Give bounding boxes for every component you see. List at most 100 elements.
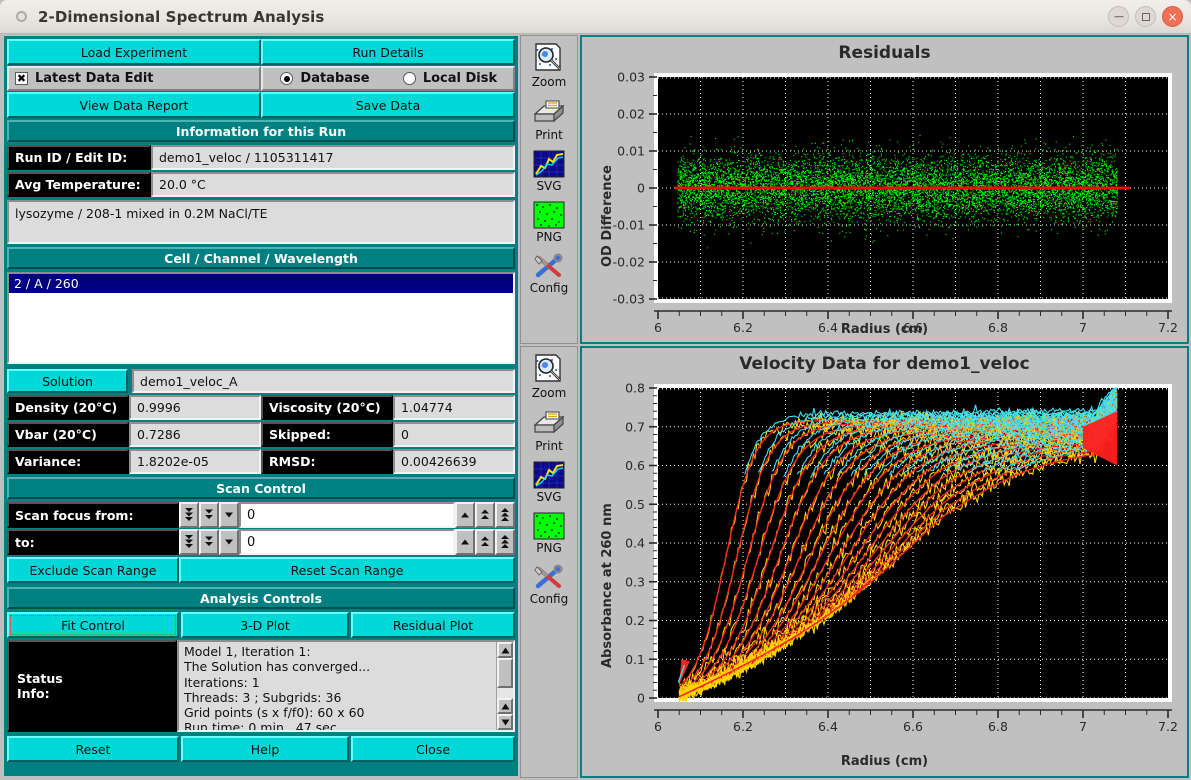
- toolbar-item-zoom[interactable]: Zoom: [522, 42, 576, 89]
- single-down-icon[interactable]: [219, 502, 239, 528]
- three-d-plot-button[interactable]: 3-D Plot: [181, 612, 349, 638]
- status-info-text: Model 1, Iteration 1: The Solution has c…: [179, 642, 496, 730]
- triple-down-icon[interactable]: [179, 529, 199, 555]
- save-data-button[interactable]: Save Data: [261, 92, 515, 118]
- toolbar-label-config: Config: [529, 281, 569, 295]
- density-value[interactable]: 0.9996: [129, 395, 261, 420]
- y-tick-label: 0.6: [625, 458, 645, 473]
- velocity-panel: Velocity Data for demo1_veloc Absorbance…: [580, 346, 1189, 778]
- single-up-icon[interactable]: [455, 502, 475, 528]
- y-tick-label: 0.2: [625, 613, 645, 628]
- toolbar-item-print[interactable]: Print: [522, 408, 576, 453]
- window-menu-icon[interactable]: [16, 11, 27, 22]
- experiment-description[interactable]: lysozyme / 208-1 mixed in 0.2M NaCl/TE: [7, 200, 515, 244]
- x-tick-label: 6.8: [988, 719, 1008, 734]
- window-title: 2-Dimensional Spectrum Analysis: [38, 8, 325, 26]
- help-button[interactable]: Help: [181, 736, 349, 762]
- scan-focus-to-input[interactable]: 0: [239, 529, 455, 555]
- scan-focus-from-stepper[interactable]: 0: [179, 502, 515, 528]
- triple-down-icon[interactable]: [179, 502, 199, 528]
- scan-focus-from-input[interactable]: 0: [239, 502, 455, 528]
- toolbar-item-zoom[interactable]: Zoom: [522, 353, 576, 400]
- reset-scan-range-button[interactable]: Reset Scan Range: [179, 557, 515, 583]
- window-body: Load Experiment Run Details ✖ Latest Dat…: [0, 34, 1191, 780]
- latest-data-edit-checkbox[interactable]: ✖ Latest Data Edit: [7, 66, 261, 91]
- run-details-button[interactable]: Run Details: [261, 39, 515, 65]
- triple-up-icon[interactable]: [495, 529, 515, 555]
- single-up-icon[interactable]: [455, 529, 475, 555]
- toolbar-item-print[interactable]: Print: [522, 97, 576, 142]
- toolbar-item-png[interactable]: PNG: [522, 201, 576, 244]
- triple-up-icon[interactable]: [495, 502, 515, 528]
- radio-database[interactable]: Database: [263, 71, 387, 86]
- scroll-up-button[interactable]: [497, 642, 513, 658]
- radio-unselected-icon: [402, 72, 416, 85]
- y-tick-label: -0.02: [613, 255, 645, 270]
- toolbar-label-png: PNG: [536, 541, 562, 555]
- toolbar-item-png[interactable]: PNG: [522, 512, 576, 555]
- velocity-chart[interactable]: 0 0.1 0.2 0.3 0.4 0.5 0.6 0.7 0.8 6 6.2 6.4 6.6 6.8 7 7…: [582, 380, 1187, 770]
- skipped-value[interactable]: 0: [393, 422, 515, 447]
- reset-button[interactable]: Reset: [7, 736, 179, 762]
- svg-icon: [533, 461, 565, 489]
- toolbar-label-zoom: Zoom: [531, 75, 567, 89]
- toolbar-item-config[interactable]: Config: [522, 252, 576, 295]
- skipped-label: Skipped:: [261, 422, 393, 447]
- cell-channel-list[interactable]: 2 / A / 260: [7, 272, 515, 364]
- exclude-scan-range-button[interactable]: Exclude Scan Range: [7, 557, 179, 583]
- y-tick-label: 0.02: [617, 107, 645, 122]
- minimize-button[interactable]: [1108, 6, 1129, 27]
- viscosity-value[interactable]: 1.04774: [393, 395, 515, 420]
- scrollbar-thumb[interactable]: [497, 658, 513, 688]
- variance-label: Variance:: [7, 449, 129, 474]
- y-tick-label: 0.3: [625, 574, 645, 589]
- status-info-box[interactable]: Model 1, Iteration 1: The Solution has c…: [177, 640, 515, 732]
- toolbar-label-print: Print: [535, 439, 563, 453]
- radio-local-disk-label: Local Disk: [422, 71, 498, 86]
- status-info-label: Status Info:: [7, 640, 177, 732]
- run-id-label: Run ID / Edit ID:: [7, 145, 151, 170]
- scan-focus-to-stepper[interactable]: 0: [179, 529, 515, 555]
- list-item[interactable]: 2 / A / 260: [9, 274, 513, 293]
- status-scrollbar[interactable]: [496, 642, 513, 730]
- y-tick-label: 0.7: [625, 419, 645, 434]
- double-down-icon[interactable]: [199, 529, 219, 555]
- solution-button[interactable]: Solution: [7, 369, 129, 393]
- fit-control-button[interactable]: Fit Control: [7, 612, 179, 638]
- avg-temperature-value[interactable]: 20.0 °C: [151, 172, 515, 197]
- residuals-chart[interactable]: -0.03-0.02-0.0100.010.020.036 6.2 6.4 6.6 6.…: [582, 69, 1187, 339]
- density-label: Density (20°C): [7, 395, 129, 420]
- x-tick-label: 6.6: [903, 719, 923, 734]
- application-window: 2-Dimensional Spectrum Analysis × Load E…: [0, 0, 1191, 780]
- vbar-value[interactable]: 0.7286: [129, 422, 261, 447]
- radio-local-disk[interactable]: Local Disk: [387, 71, 513, 86]
- close-window-button[interactable]: ×: [1162, 6, 1183, 27]
- single-down-icon[interactable]: [219, 529, 239, 555]
- print-icon: [533, 100, 565, 123]
- rmsd-label: RMSD:: [261, 449, 393, 474]
- rmsd-value[interactable]: 0.00426639: [393, 449, 515, 474]
- toolbar-item-config[interactable]: Config: [522, 563, 576, 606]
- y-tick-label: 0: [637, 691, 645, 706]
- toolbar-item-svg[interactable]: SVG: [522, 461, 576, 504]
- residual-plot-button[interactable]: Residual Plot: [351, 612, 515, 638]
- config-icon: [534, 564, 563, 589]
- scroll-down-button[interactable]: [497, 714, 513, 730]
- solution-value[interactable]: demo1_veloc_A: [132, 369, 515, 393]
- velocity-xlabel: Radius (cm): [840, 754, 929, 769]
- load-experiment-button[interactable]: Load Experiment: [7, 39, 261, 65]
- status-info-label-line1: Status: [17, 671, 63, 686]
- window-controls: ×: [1108, 6, 1183, 27]
- variance-value[interactable]: 1.8202e-05: [129, 449, 261, 474]
- close-button[interactable]: Close: [351, 736, 515, 762]
- scrollbar-track[interactable]: [497, 688, 513, 698]
- toolbar-item-svg[interactable]: SVG: [522, 150, 576, 193]
- view-data-report-button[interactable]: View Data Report: [7, 92, 261, 118]
- double-up-icon[interactable]: [475, 529, 495, 555]
- run-id-value[interactable]: demo1_veloc / 1105311417: [151, 145, 515, 170]
- scroll-page-up-button[interactable]: [497, 698, 513, 714]
- double-down-icon[interactable]: [199, 502, 219, 528]
- double-up-icon[interactable]: [475, 502, 495, 528]
- status-line: The Solution has converged...: [184, 659, 371, 675]
- maximize-button[interactable]: [1135, 6, 1156, 27]
